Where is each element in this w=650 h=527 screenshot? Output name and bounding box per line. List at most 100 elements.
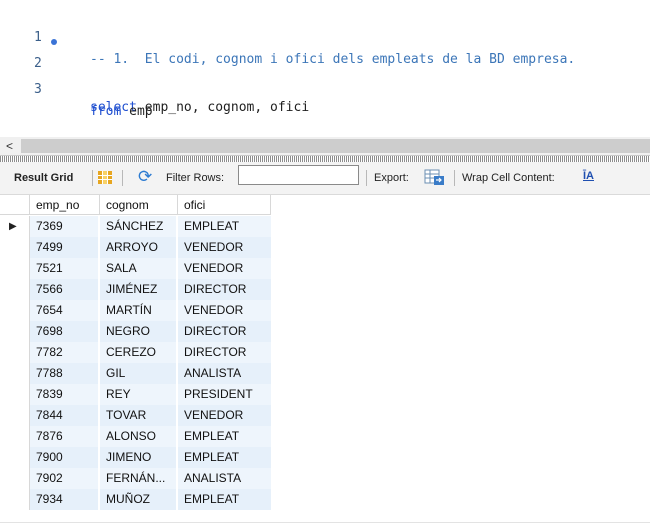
sql-text: emp_no, cognom, ofici [136,100,310,115]
table-row[interactable]: 7698 NEGRO DIRECTOR [0,321,271,342]
cell-cognom[interactable]: ARROYO [100,237,176,258]
cell-emp-no[interactable]: 7654 [30,300,98,321]
row-header[interactable] [0,237,30,258]
row-header[interactable] [0,363,30,384]
row-header[interactable] [0,384,30,405]
table-row[interactable]: 7521 SALA VENEDOR [0,258,271,279]
column-header-ofici[interactable]: ofici [178,195,271,215]
row-header[interactable] [0,258,30,279]
cell-ofici[interactable]: ANALISTA [178,468,271,489]
cell-cognom[interactable]: SÁNCHEZ [100,216,176,237]
table-row[interactable]: 7934 MUÑOZ EMPLEAT [0,489,271,510]
cell-cognom[interactable]: ALONSO [100,426,176,447]
cell-ofici[interactable]: ANALISTA [178,363,271,384]
row-header[interactable] [0,300,30,321]
row-header[interactable] [0,321,30,342]
row-pointer-icon: ▶ [9,221,17,232]
row-header[interactable] [0,426,30,447]
scrollbar-thumb[interactable] [21,139,650,153]
cell-emp-no[interactable]: 7844 [30,405,98,426]
table-row[interactable]: 7499 ARROYO VENEDOR [0,237,271,258]
cell-ofici[interactable]: EMPLEAT [178,489,271,510]
table-row[interactable]: ▶ 7369 SÁNCHEZ EMPLEAT [0,216,271,237]
table-row[interactable]: 7788 GIL ANALISTA [0,363,271,384]
panel-splitter[interactable] [0,155,650,162]
table-row[interactable]: 7566 JIMÉNEZ DIRECTOR [0,279,271,300]
cell-ofici[interactable]: DIRECTOR [178,342,271,363]
toolbar-divider [122,170,123,186]
filter-rows-input[interactable] [238,165,359,185]
cell-emp-no[interactable]: 7876 [30,426,98,447]
table-row[interactable]: 7844 TOVAR VENEDOR [0,405,271,426]
editor-line-1[interactable]: 1 -- 1. El codi, cognom i ofici dels emp… [0,5,650,67]
sql-keyword: from [90,104,122,119]
cell-ofici[interactable]: VENEDOR [178,300,271,321]
row-header[interactable] [0,447,30,468]
cell-ofici[interactable]: PRESIDENT [178,384,271,405]
breakpoint-dot-icon [51,39,57,45]
result-grid-tab[interactable]: Result Grid [14,172,73,184]
cell-emp-no[interactable]: 7900 [30,447,98,468]
refresh-icon[interactable]: ⟳ [138,167,152,187]
cell-ofici[interactable]: EMPLEAT [178,447,271,468]
cell-cognom[interactable]: FERNÁN... [100,468,176,489]
row-header[interactable] [0,279,30,300]
cell-emp-no[interactable]: 7839 [30,384,98,405]
cell-cognom[interactable]: MARTÍN [100,300,176,321]
cell-emp-no[interactable]: 7788 [30,363,98,384]
table-row[interactable]: 7902 FERNÁN... ANALISTA [0,468,271,489]
cell-cognom[interactable]: MUÑOZ [100,489,176,510]
horizontal-scrollbar[interactable]: < [0,137,650,155]
table-row[interactable]: 7654 MARTÍN VENEDOR [0,300,271,321]
cell-emp-no[interactable]: 7902 [30,468,98,489]
toolbar-divider [92,170,93,186]
filter-rows-label: Filter Rows: [166,172,225,184]
column-header-cognom[interactable]: cognom [100,195,178,215]
cell-ofici[interactable]: EMPLEAT [178,216,271,237]
editor-line-2[interactable]: 2 select emp_no, cognom, ofici [0,31,650,115]
cell-emp-no[interactable]: 7934 [30,489,98,510]
sql-text: emp [121,104,153,119]
cell-emp-no[interactable]: 7521 [30,258,98,279]
row-header[interactable]: ▶ [0,216,30,237]
cell-cognom[interactable]: NEGRO [100,321,176,342]
bottom-border [0,522,650,527]
table-row[interactable]: 7900 JIMENO EMPLEAT [0,447,271,468]
table-row[interactable]: 7782 CEREZO DIRECTOR [0,342,271,363]
cell-ofici[interactable]: VENEDOR [178,258,271,279]
table-row[interactable]: 7839 REY PRESIDENT [0,384,271,405]
grid-icon[interactable] [98,171,112,184]
export-label: Export: [374,172,409,184]
cell-emp-no[interactable]: 7369 [30,216,98,237]
cell-ofici[interactable]: DIRECTOR [178,321,271,342]
cell-ofici[interactable]: VENEDOR [178,237,271,258]
cell-ofici[interactable]: DIRECTOR [178,279,271,300]
cell-cognom[interactable]: SALA [100,258,176,279]
cell-emp-no[interactable]: 7566 [30,279,98,300]
column-header-emp-no[interactable]: emp_no [30,195,100,215]
editor-line-3[interactable]: 3 from emp [0,57,650,119]
table-row[interactable]: 7876 ALONSO EMPLEAT [0,426,271,447]
result-toolbar: Result Grid ⟳ Filter Rows: Export: Wrap … [0,162,650,195]
cell-cognom[interactable]: JIMÉNEZ [100,279,176,300]
cell-emp-no[interactable]: 7499 [30,237,98,258]
row-header[interactable] [0,489,30,510]
cell-cognom[interactable]: GIL [100,363,176,384]
cell-ofici[interactable]: EMPLEAT [178,426,271,447]
cell-cognom[interactable]: JIMENO [100,447,176,468]
cell-cognom[interactable]: CEREZO [100,342,176,363]
cell-ofici[interactable]: VENEDOR [178,405,271,426]
scroll-left-icon[interactable]: < [6,137,13,155]
sql-editor[interactable]: 1 -- 1. El codi, cognom i ofici dels emp… [0,0,650,136]
row-header[interactable] [0,342,30,363]
row-header[interactable] [0,468,30,489]
cell-cognom[interactable]: REY [100,384,176,405]
cell-emp-no[interactable]: 7698 [30,321,98,342]
wrap-icon[interactable]: ĪA [583,170,594,182]
cell-emp-no[interactable]: 7782 [30,342,98,363]
cell-cognom[interactable]: TOVAR [100,405,176,426]
sql-code: from emp [90,101,153,123]
row-header[interactable] [0,405,30,426]
toolbar-divider [454,170,455,186]
export-icon[interactable] [422,167,446,187]
